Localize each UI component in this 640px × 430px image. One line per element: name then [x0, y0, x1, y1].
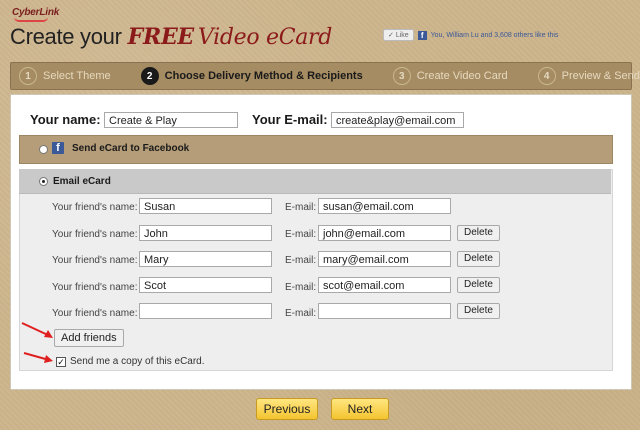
delete-friend-button[interactable]: Delete	[457, 225, 500, 241]
friend-name-label: Your friend's name:	[52, 282, 138, 293]
send-copy-label: Send me a copy of this eCard.	[70, 356, 205, 367]
friend-email-label: E-mail:	[285, 282, 317, 293]
delete-friend-button[interactable]: Delete	[457, 277, 500, 293]
friend-email-input[interactable]: mary@email.com	[318, 251, 451, 267]
friend-name-label: Your friend's name:	[52, 229, 138, 240]
your-email-label: Your E-mail:	[252, 112, 328, 127]
friend-email-label: E-mail:	[285, 308, 317, 319]
facebook-icon: f	[417, 30, 427, 40]
logo-text: CyberLink	[12, 7, 60, 18]
title-free: FREE	[127, 24, 195, 50]
email-radio[interactable]	[39, 177, 48, 186]
friend-email-label: E-mail:	[285, 229, 317, 240]
like-label: Like	[395, 32, 409, 39]
step-number: 2	[140, 67, 159, 85]
cyberlink-logo: CyberLink	[12, 7, 59, 22]
step-number: 4	[537, 67, 556, 85]
add-friends-button[interactable]: Add friends	[54, 329, 124, 347]
arrow-annotation-icon	[21, 322, 53, 338]
step-number: 3	[392, 67, 411, 85]
friend-name-input[interactable]: Scot	[139, 277, 272, 293]
step-label: Choose Delivery Method & Recipients	[164, 70, 363, 82]
page-title: Create your FREE Video eCard	[10, 24, 332, 50]
facebook-radio[interactable]	[39, 145, 48, 154]
step-number: 1	[19, 67, 37, 85]
friend-name-label: Your friend's name:	[52, 308, 138, 319]
friend-email-input[interactable]: john@email.com	[318, 225, 451, 241]
friend-email-input[interactable]: scot@email.com	[318, 277, 451, 293]
send-copy-row: ✓ Send me a copy of this eCard.	[56, 356, 205, 367]
email-option-label: Email eCard	[53, 176, 111, 187]
friend-email-input[interactable]	[318, 303, 451, 319]
like-button[interactable]: ✓ Like	[383, 29, 414, 41]
facebook-like-widget: ✓ Like f You, William Lu and 3,608 other…	[383, 29, 558, 41]
delete-friend-button[interactable]: Delete	[457, 303, 500, 319]
next-button[interactable]: Next	[331, 398, 389, 420]
friend-name-input[interactable]	[139, 303, 272, 319]
wizard-steps-bar: 1 Select Theme 2 Choose Delivery Method …	[10, 62, 640, 90]
friend-name-input[interactable]: Mary	[139, 251, 272, 267]
step-label: Create Video Card	[416, 70, 508, 82]
like-count-text: You, William Lu and 3,608 others like th…	[430, 31, 559, 39]
your-name-label: Your name:	[30, 112, 101, 127]
previous-button[interactable]: Previous	[256, 398, 318, 420]
step-create-video-card[interactable]: 3 Create Video Card	[392, 67, 508, 85]
friend-email-label: E-mail:	[285, 255, 317, 266]
title-plain: Create your	[10, 24, 122, 49]
friend-email-input[interactable]: susan@email.com	[318, 198, 451, 214]
facebook-icon: f	[52, 142, 64, 154]
title-video-ecard: Video eCard	[197, 25, 333, 50]
friend-name-label: Your friend's name:	[52, 202, 138, 213]
friend-name-input[interactable]: John	[139, 225, 272, 241]
your-email-input[interactable]: create&play@email.com	[331, 112, 464, 128]
friend-name-input[interactable]: Susan	[139, 198, 272, 214]
step-label: Select Theme	[43, 70, 111, 82]
step-preview-send[interactable]: 4 Preview & Send	[537, 67, 640, 85]
friend-name-label: Your friend's name:	[52, 255, 138, 266]
step-select-theme[interactable]: 1 Select Theme	[19, 67, 111, 85]
your-name-input[interactable]: Create & Play	[104, 112, 238, 128]
send-copy-checkbox[interactable]: ✓	[56, 356, 66, 367]
delete-friend-button[interactable]: Delete	[457, 251, 500, 267]
facebook-option-label: Send eCard to Facebook	[72, 143, 190, 154]
arrow-annotation-icon	[23, 352, 53, 363]
step-choose-delivery[interactable]: 2 Choose Delivery Method & Recipients	[140, 67, 363, 85]
friend-email-label: E-mail:	[285, 202, 317, 213]
step-label: Preview & Send	[561, 70, 640, 82]
